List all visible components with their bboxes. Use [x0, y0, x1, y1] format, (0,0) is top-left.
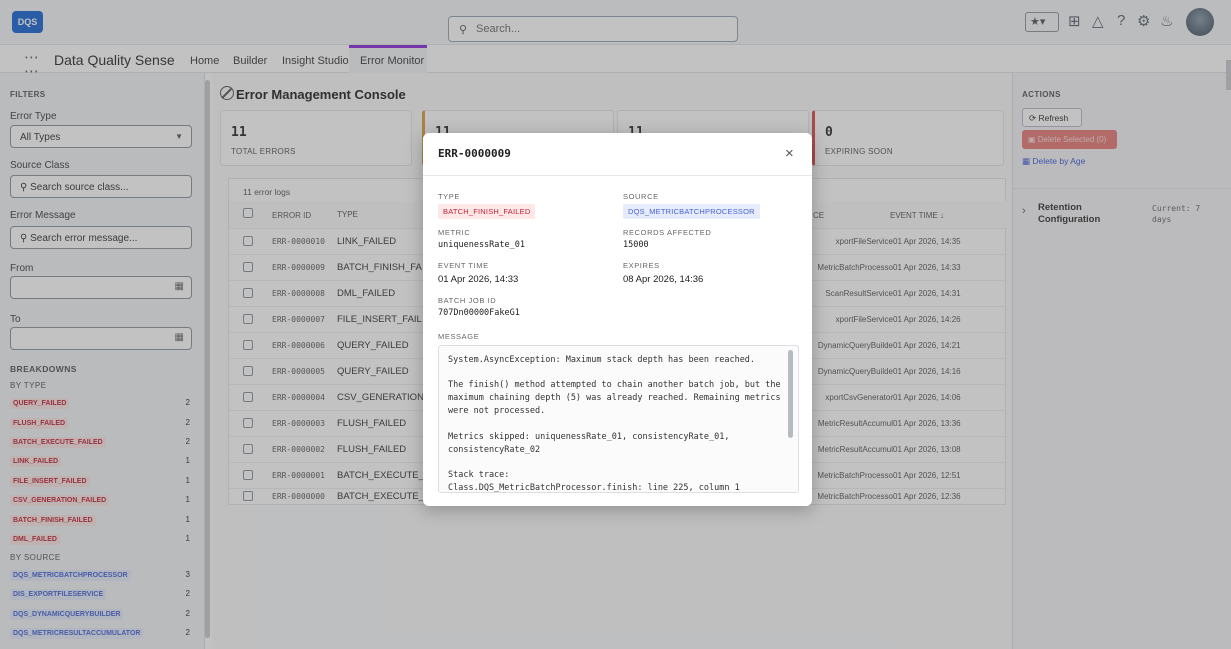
message-line: Class.DQS_MetricBatchProcessor.finish: l… [448, 483, 740, 493]
message-line: System.AsyncException: Maximum stack dep… [448, 355, 756, 365]
message-box[interactable]: System.AsyncException: Maximum stack dep… [438, 345, 799, 493]
message-line: The finish() method attempted to chain a… [448, 380, 781, 390]
error-detail-modal: ERR-0000009 × TYPE BATCH_FINISH_FAILED S… [423, 133, 812, 506]
message-label: MESSAGE [438, 332, 480, 341]
message-line: Stack trace: [448, 470, 510, 480]
expires-value: 08 Apr 2026, 14:36 [623, 274, 704, 285]
batch-job-id-value: 707Dn00000FakeG1 [438, 308, 520, 318]
message-scrollbar[interactable] [788, 350, 793, 438]
divider [423, 175, 812, 176]
metric-label: METRIC [438, 228, 471, 237]
records-affected-label: RECORDS AFFECTED [623, 228, 712, 237]
message-line: Metrics skipped: uniquenessRate_01, cons… [448, 432, 730, 442]
source-label: SOURCE [623, 192, 659, 201]
close-icon[interactable]: × [785, 145, 794, 162]
event-time-label: EVENT TIME [438, 261, 489, 270]
modal-title: ERR-0000009 [438, 147, 511, 160]
message-line: were not processed. [448, 406, 546, 416]
type-badge: BATCH_FINISH_FAILED [438, 204, 536, 219]
metric-value: uniquenessRate_01 [438, 240, 525, 250]
event-time-value: 01 Apr 2026, 14:33 [438, 274, 519, 285]
message-line: consistencyRate_02 [448, 445, 541, 455]
expires-label: EXPIRES [623, 261, 660, 270]
batch-job-id-label: BATCH JOB ID [438, 296, 497, 305]
source-badge: DQS_METRICBATCHPROCESSOR [623, 204, 760, 219]
message-line: maximum chaining depth (5) was already r… [448, 393, 781, 403]
type-label: TYPE [438, 192, 460, 201]
records-affected-value: 15000 [623, 240, 649, 250]
